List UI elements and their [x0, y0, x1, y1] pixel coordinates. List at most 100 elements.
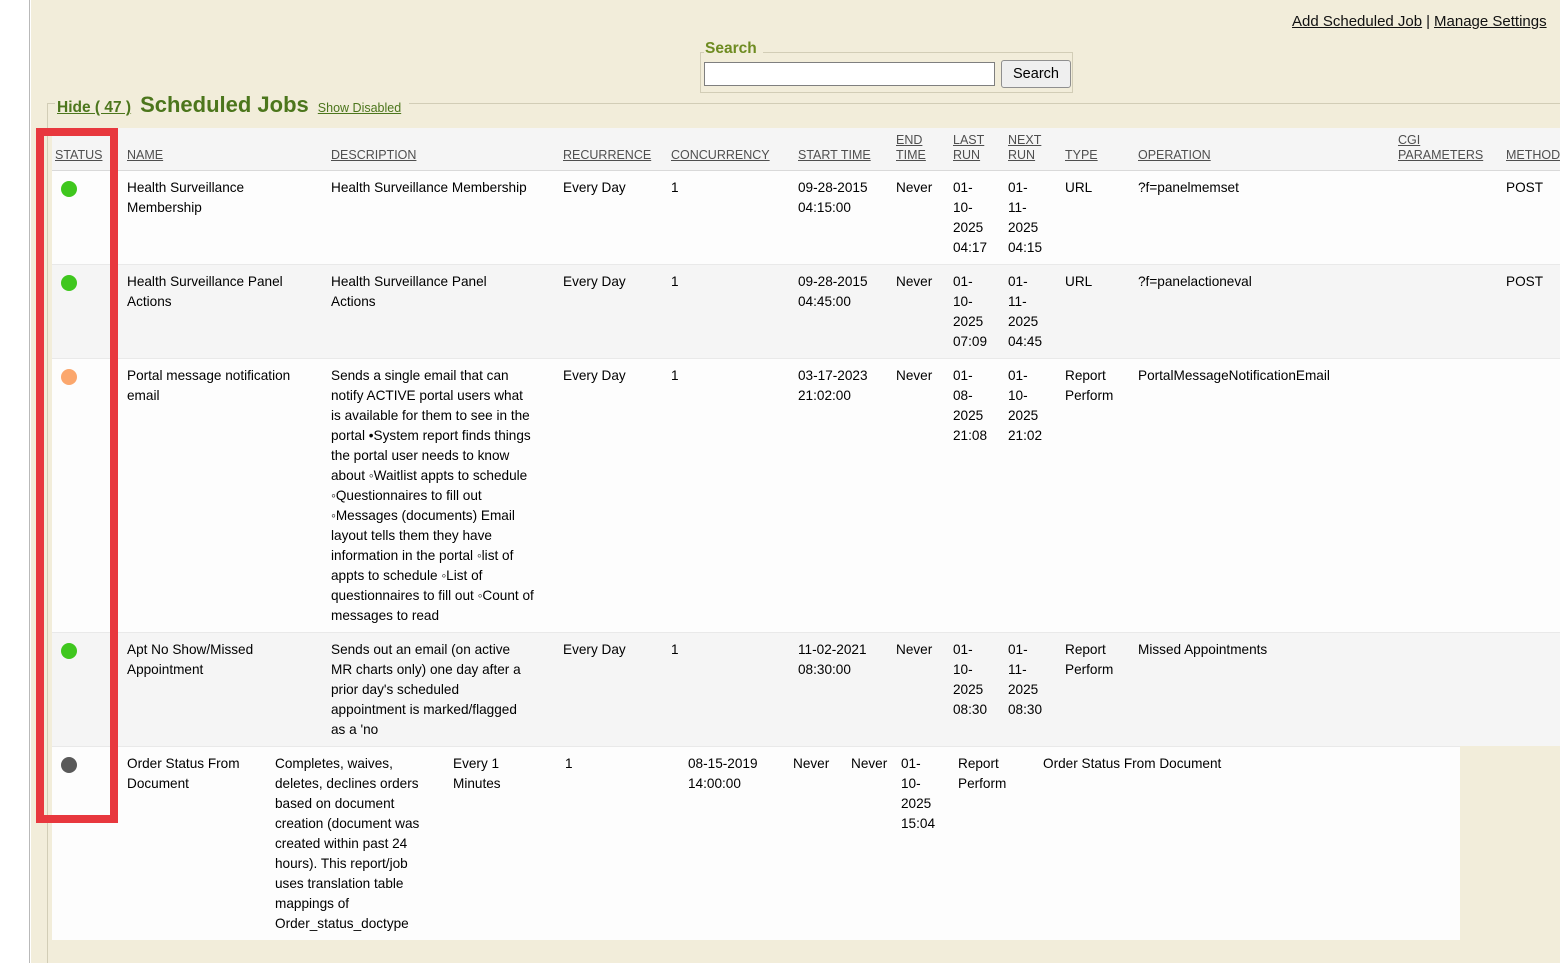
- cell-operation: ?f=panelactioneval: [1135, 265, 1395, 359]
- search-button[interactable]: Search: [1001, 60, 1071, 88]
- add-scheduled-job-link[interactable]: Add Scheduled Job: [1292, 13, 1422, 30]
- job-row[interactable]: Order Status From DocumentCompletes, wai…: [52, 747, 1460, 941]
- cell-status: [52, 747, 124, 941]
- cell-next_run: 01-11-2025 04:15: [1005, 171, 1062, 265]
- col-header-status[interactable]: STATUS: [52, 128, 124, 171]
- cell-method: POST: [1503, 171, 1560, 265]
- cell-next_run: 01-10-2025 21:02: [1005, 359, 1062, 633]
- cell-description: Sends out an email (on active MR charts …: [328, 633, 560, 747]
- cell-method: [1380, 747, 1460, 941]
- job-row[interactable]: Portal message notification emailSends a…: [52, 359, 1560, 633]
- cell-end_time: Never: [893, 265, 950, 359]
- cell-end_time: Never: [893, 633, 950, 747]
- cell-name: Health Surveillance Membership: [124, 171, 328, 265]
- cell-name: Portal message notification email: [124, 359, 328, 633]
- cell-description: Health Surveillance Membership: [328, 171, 560, 265]
- col-header-cgi-parameters[interactable]: CGI PARAMETERS: [1395, 128, 1503, 171]
- cell-last_run: Never: [848, 747, 898, 941]
- cell-type: Report Perform: [955, 747, 1040, 941]
- cell-cgi_parameters: [1280, 747, 1380, 941]
- cell-type: Report Perform: [1062, 633, 1135, 747]
- col-header-end-time[interactable]: END TIME: [893, 128, 950, 171]
- cell-next_run: 01-10-2025 15:04: [898, 747, 955, 941]
- col-header-type[interactable]: TYPE: [1062, 128, 1135, 171]
- col-header-method[interactable]: METHOD: [1503, 128, 1560, 171]
- status-dot-green: [61, 275, 77, 291]
- status-dot-orange: [61, 369, 77, 385]
- cell-name: Order Status From Document: [124, 747, 272, 941]
- col-header-description[interactable]: DESCRIPTION: [328, 128, 560, 171]
- hide-count-link[interactable]: Hide ( 47 ): [57, 99, 131, 117]
- scheduled-jobs-page: Add Scheduled Job|Manage Settings Search…: [0, 0, 1560, 963]
- cell-concurrency: 1: [668, 359, 795, 633]
- cell-type: Report Perform: [1062, 359, 1135, 633]
- cell-end_time: Never: [790, 747, 848, 941]
- search-legend: Search: [704, 40, 763, 58]
- cell-status: [52, 171, 124, 265]
- cell-start_time: 03-17-2023 21:02:00: [795, 359, 893, 633]
- cell-operation: Missed Appointments: [1135, 633, 1395, 747]
- cell-recurrence: Every Day: [560, 171, 668, 265]
- cell-description: Sends a single email that can notify ACT…: [328, 359, 560, 633]
- scheduled-jobs-table: STATUS NAME DESCRIPTION RECURRENCE CONCU…: [52, 128, 1560, 746]
- cell-status: [52, 633, 124, 747]
- search-fieldset: Search Search: [700, 52, 1073, 93]
- link-separator: |: [1422, 13, 1434, 30]
- cell-last_run: 01-10-2025 04:17: [950, 171, 1005, 265]
- cell-operation: PortalMessageNotificationEmail: [1135, 359, 1395, 633]
- scheduled-jobs-legend: Hide ( 47 ) Scheduled Jobs Show Disabled: [55, 92, 409, 118]
- cell-method: [1503, 359, 1560, 633]
- cell-next_run: 01-11-2025 08:30: [1005, 633, 1062, 747]
- col-header-concurrency[interactable]: CONCURRENCY: [668, 128, 795, 171]
- job-row[interactable]: Health Surveillance Panel ActionsHealth …: [52, 265, 1560, 359]
- cell-recurrence: Every Day: [560, 359, 668, 633]
- col-header-last-run[interactable]: LAST RUN: [950, 128, 1005, 171]
- cell-cgi_parameters: [1395, 171, 1503, 265]
- cell-operation: ?f=panelmemset: [1135, 171, 1395, 265]
- cell-operation: Order Status From Document: [1040, 747, 1280, 941]
- col-header-name[interactable]: NAME: [124, 128, 328, 171]
- cell-recurrence: Every Day: [560, 265, 668, 359]
- col-header-start-time[interactable]: START TIME: [795, 128, 893, 171]
- cell-start_time: 09-28-2015 04:45:00: [795, 265, 893, 359]
- cell-method: [1503, 633, 1560, 747]
- job-row[interactable]: Apt No Show/Missed AppointmentSends out …: [52, 633, 1560, 747]
- manage-settings-link[interactable]: Manage Settings: [1434, 13, 1547, 30]
- search-input[interactable]: [704, 62, 995, 86]
- cell-method: POST: [1503, 265, 1560, 359]
- status-dot-green: [61, 643, 77, 659]
- cell-next_run: 01-11-2025 04:45: [1005, 265, 1062, 359]
- cell-concurrency: 1: [668, 171, 795, 265]
- status-dot-green: [61, 181, 77, 197]
- cell-cgi_parameters: [1395, 265, 1503, 359]
- page-title: Scheduled Jobs: [140, 92, 309, 118]
- cell-cgi_parameters: [1395, 633, 1503, 747]
- status-dot-gray: [61, 757, 77, 773]
- cell-type: URL: [1062, 265, 1135, 359]
- show-disabled-link[interactable]: Show Disabled: [318, 101, 401, 115]
- table-header-row: STATUS NAME DESCRIPTION RECURRENCE CONCU…: [52, 128, 1560, 171]
- cell-concurrency: 1: [668, 633, 795, 747]
- cell-description: Completes, waives, deletes, declines ord…: [272, 747, 450, 941]
- cell-name: Health Surveillance Panel Actions: [124, 265, 328, 359]
- col-header-operation[interactable]: OPERATION: [1135, 128, 1395, 171]
- cell-end_time: Never: [893, 171, 950, 265]
- cell-last_run: 01-10-2025 08:30: [950, 633, 1005, 747]
- col-header-recurrence[interactable]: RECURRENCE: [560, 128, 668, 171]
- cell-recurrence: Every Day: [560, 633, 668, 747]
- cell-cgi_parameters: [1395, 359, 1503, 633]
- cell-type: URL: [1062, 171, 1135, 265]
- job-row[interactable]: Health Surveillance MembershipHealth Sur…: [52, 171, 1560, 265]
- cell-status: [52, 359, 124, 633]
- col-header-next-run[interactable]: NEXT RUN: [1005, 128, 1062, 171]
- cell-concurrency: 1: [668, 265, 795, 359]
- cell-name: Apt No Show/Missed Appointment: [124, 633, 328, 747]
- cell-last_run: 01-08-2025 21:08: [950, 359, 1005, 633]
- left-margin-strip: [0, 0, 30, 963]
- cell-description: Health Surveillance Panel Actions: [328, 265, 560, 359]
- cell-start_time: 09-28-2015 04:15:00: [795, 171, 893, 265]
- jobs-table-area: STATUS NAME DESCRIPTION RECURRENCE CONCU…: [52, 128, 1560, 940]
- cell-last_run: 01-10-2025 07:09: [950, 265, 1005, 359]
- cell-status: [52, 265, 124, 359]
- cell-end_time: Never: [893, 359, 950, 633]
